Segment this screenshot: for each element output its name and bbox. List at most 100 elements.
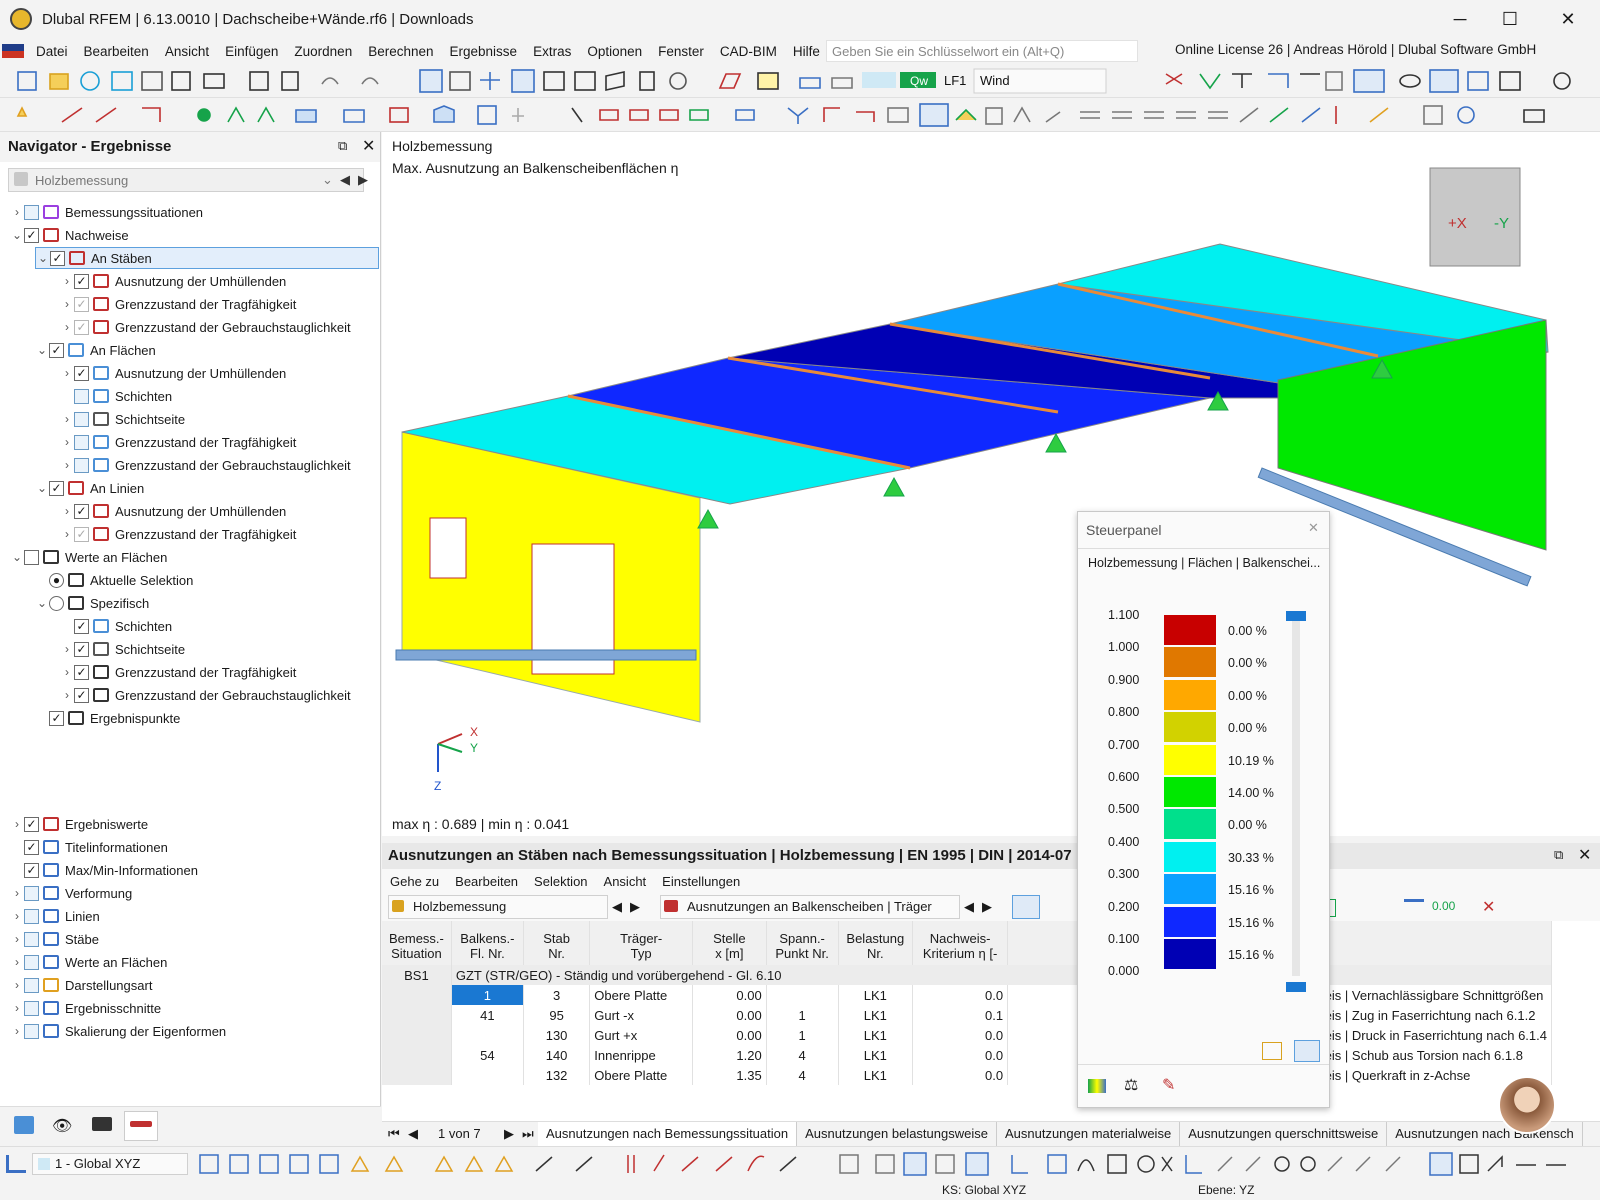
table-cell[interactable]: 0.0 [912,1025,1009,1045]
table-cell[interactable]: 1 [451,985,524,1005]
checkbox-unchecked[interactable] [24,954,39,970]
menu-berechnen[interactable]: Berechnen [360,44,441,59]
results-menu-selection[interactable]: Selektion [526,874,595,889]
close-button[interactable]: ✕ [1545,0,1591,38]
tree-item[interactable]: ⌄ Spezifisch [35,592,149,614]
combo-next-icon[interactable]: ▶ [358,172,368,188]
module-prev-icon[interactable]: ◀ [612,899,622,915]
expand-icon[interactable]: › [10,955,24,969]
first-page-icon[interactable]: ⏮ [388,1126,400,1142]
results-tab[interactable]: Ausnutzungen materialweise [997,1122,1181,1146]
checkbox-checked[interactable]: ✓ [24,862,39,878]
radio-unselected[interactable] [49,595,64,611]
checkbox-unchecked[interactable] [24,977,39,993]
table-cell[interactable]: 1.35 [692,1065,767,1085]
table-cell[interactable]: 0.1 [912,1005,1009,1025]
coordinate-system-combo[interactable]: 1 - Global XYZ [32,1153,188,1175]
checkbox-disabled[interactable]: ✓ [74,319,89,335]
checkbox-unchecked[interactable] [24,1023,39,1039]
expand-icon[interactable]: ⌄ [10,550,24,564]
tree-item[interactable]: ⌄ ✓ An Linien [35,477,144,499]
expand-icon[interactable]: › [10,909,24,923]
maximize-button[interactable]: ☐ [1487,0,1533,38]
expand-icon[interactable]: › [10,1024,24,1038]
legend-slider-bottom[interactable] [1286,982,1306,992]
results-close-icon[interactable]: ✕ [1578,845,1591,865]
tree-item[interactable]: ⌄ Werte an Flächen [10,546,167,568]
checkbox-checked[interactable]: ✓ [50,250,65,266]
table-row[interactable]: 132 Obere Platte 1.35 4 LK1 0.0 hweis | Querkr… [382,1065,1552,1085]
results-menu-view[interactable]: Ansicht [596,874,655,889]
checkbox-unchecked[interactable] [74,388,89,404]
tree-item[interactable]: ⌄ ✓ An Flächen [35,339,156,361]
results-menu-goto[interactable]: Gehe zu [382,874,447,889]
checkbox-unchecked[interactable] [74,411,89,427]
table-cell[interactable]: LK1 [838,1005,914,1025]
control-panel[interactable]: Steuerpanel ✕ Holzbemessung | Flächen | … [1077,511,1330,1108]
checkbox-checked[interactable]: ✓ [74,618,89,634]
table-cell[interactable]: LK1 [838,985,914,1005]
tools-tab-icon[interactable]: ✎ [1162,1075,1175,1095]
table-cell[interactable]: 0.00 [692,1025,767,1045]
checkbox-checked[interactable]: ✓ [74,503,89,519]
checkbox-checked[interactable]: ✓ [74,365,89,381]
expand-icon[interactable]: › [10,817,24,831]
table-cell[interactable]: LK1 [838,1065,914,1085]
tree-item[interactable]: › Ergebnisschnitte [10,997,161,1019]
tree-item[interactable]: ✓ Titelinformationen [10,836,168,858]
results-menu-edit[interactable]: Bearbeiten [447,874,526,889]
tree-item[interactable]: › ✓ Ausnutzung der Umhüllenden [60,270,286,292]
table-cell[interactable] [451,1025,524,1045]
tree-item[interactable]: › Grenzzustand der Gebrauchstauglichkeit [60,454,351,476]
table-cell[interactable]: 41 [451,1005,524,1025]
table-cell[interactable] [382,1065,452,1085]
table-row[interactable]: 1 3 Obere Platte 0.00 LK1 0.0 hweis | Vernachl… [382,985,1552,1005]
tree-item[interactable]: › Skalierung der Eigenformen [10,1020,226,1042]
last-page-icon[interactable]: ⏭ [522,1126,534,1142]
checkbox-unchecked[interactable] [24,908,39,924]
checkbox-unchecked[interactable] [24,204,39,220]
checkbox-unchecked[interactable] [24,549,39,565]
checkbox-unchecked[interactable] [74,457,89,473]
toolbar-1-icons[interactable]: Qw LF1 Wind [0,64,1600,98]
expand-icon[interactable]: › [60,688,74,702]
checkbox-unchecked[interactable] [24,885,39,901]
checkbox-checked[interactable]: ✓ [24,816,39,832]
expand-icon[interactable]: ⌄ [35,343,49,357]
table-row[interactable]: 54 140 Innenrippe 1.20 4 LK1 0.0 hweis | Schub … [382,1045,1552,1065]
tree-item[interactable]: › ✓ Grenzzustand der Tragfähigkeit [60,523,296,545]
table-cell[interactable] [382,1025,452,1045]
menu-hilfe[interactable]: Hilfe [785,44,828,59]
expand-icon[interactable]: ⌄ [36,251,50,265]
checkbox-checked[interactable]: ✓ [74,273,89,289]
bottom-toolbar-icons[interactable] [196,1151,1600,1177]
expand-icon[interactable]: › [60,274,74,288]
expand-icon[interactable]: › [60,458,74,472]
results-combo-table[interactable]: Ausnutzungen an Balkenscheiben | Träger [660,895,960,919]
tree-item[interactable]: › ✓ Grenzzustand der Tragfähigkeit [60,661,296,683]
tree-item[interactable]: › Stäbe [10,928,99,950]
checkbox-disabled[interactable]: ✓ [74,296,89,312]
table-cell[interactable]: 0.00 [692,985,767,1005]
module-next-icon[interactable]: ▶ [630,899,640,915]
menu-optionen[interactable]: Optionen [579,44,650,59]
table-cell[interactable]: 0.0 [912,1045,1009,1065]
close-panel-icon[interactable]: ✕ [362,136,375,156]
table-cell[interactable]: 1.20 [692,1045,767,1065]
tree-item[interactable]: › Werte an Flächen [10,951,167,973]
legend-slider-track[interactable] [1292,616,1300,976]
menu-cad-bim[interactable]: CAD-BIM [712,44,785,59]
table-cell[interactable] [382,1005,452,1025]
menu-einfuegen[interactable]: Einfügen [217,44,286,59]
results-tab[interactable]: Ausnutzungen querschnittsweise [1180,1122,1388,1146]
menu-zuordnen[interactable]: Zuordnen [286,44,360,59]
checkbox-checked[interactable]: ✓ [49,480,64,496]
checkbox-checked[interactable]: ✓ [49,710,64,726]
expand-icon[interactable]: › [10,205,24,219]
next-page-icon[interactable]: ▶ [504,1126,514,1142]
table-cell[interactable]: 3 [523,985,591,1005]
tree-item[interactable]: › Linien [10,905,100,927]
tree-item[interactable]: › Bemessungssituationen [10,201,203,223]
menu-bearbeiten[interactable]: Bearbeiten [76,44,157,59]
tree-item[interactable]: ✓ Schichten [60,615,172,637]
